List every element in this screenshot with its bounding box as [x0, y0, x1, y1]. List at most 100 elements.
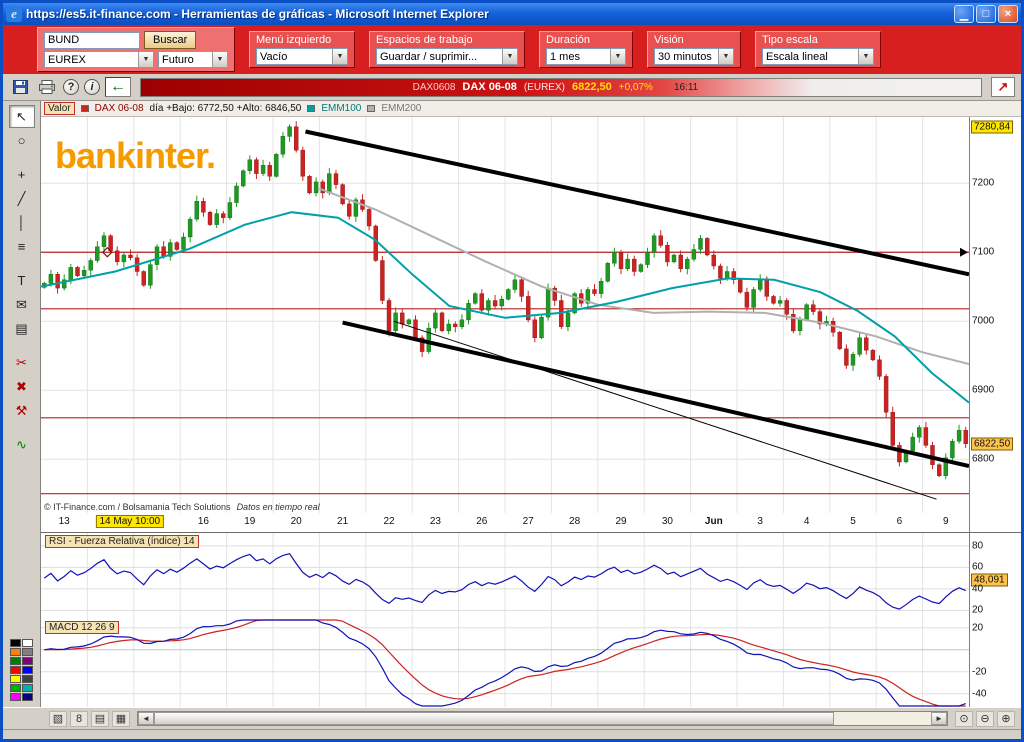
minimize-button[interactable]: ▁: [954, 5, 974, 23]
palette-color[interactable]: [10, 693, 21, 701]
workspaces-value: Guardar / suprimir...: [380, 51, 477, 63]
vision-label: Visión: [654, 34, 734, 46]
scroll-right-icon[interactable]: ►: [931, 712, 947, 725]
indicator-list-icon[interactable]: ▧: [49, 711, 67, 727]
palette-color[interactable]: [22, 675, 33, 683]
detach-chart-icon[interactable]: ↗: [991, 77, 1015, 97]
macd-canvas[interactable]: [41, 619, 969, 707]
palette-color[interactable]: [22, 666, 33, 674]
vertical-line-tool[interactable]: │: [9, 211, 35, 234]
point-line-tool[interactable]: +: [9, 163, 35, 186]
data-table-icon[interactable]: ▦: [112, 711, 130, 727]
time-axis[interactable]: 1314 May 10:001619202122232627282930Jun3…: [41, 513, 969, 532]
price-axis-label: 7100: [972, 247, 994, 258]
workspaces-select[interactable]: Guardar / suprimir... ▼: [376, 48, 518, 65]
rsi-axis[interactable]: 48,091 80604020: [969, 533, 1021, 619]
price-axis-label: 6800: [972, 454, 994, 465]
print-icon[interactable]: [36, 77, 58, 97]
chevron-down-icon[interactable]: ▼: [332, 49, 347, 64]
palette-color[interactable]: [22, 639, 33, 647]
text-tool[interactable]: T: [9, 269, 35, 292]
cursor-tool[interactable]: ↖: [9, 105, 35, 128]
scroll-left-icon[interactable]: ◄: [138, 712, 154, 725]
palette-color[interactable]: [10, 666, 21, 674]
vision-select[interactable]: 30 minutos ▼: [654, 48, 734, 65]
legend-day-info: día +Bajo: 6772,50 +Alto: 6846,50: [150, 103, 302, 114]
help-icon[interactable]: ?: [63, 79, 79, 95]
erase-tool[interactable]: ✂: [9, 351, 35, 374]
price-axis-label: 7000: [972, 316, 994, 327]
time-axis-label: 30: [662, 516, 673, 527]
maximize-button[interactable]: □: [976, 5, 996, 23]
macd-panel[interactable]: MACD 12 26 9: [41, 619, 969, 707]
time-axis-label: 22: [383, 516, 394, 527]
ticker-code: DAX0608: [413, 82, 456, 93]
bottom-toolbar: ▧8▤▦ ◄ ► ⊙⊖⊕: [3, 707, 1021, 729]
secondary-toolbar: ? i ← DAX0608 DAX 06-08 (EUREX) 6822,50 …: [3, 74, 1021, 101]
zoom-in-icon[interactable]: ⊕: [997, 711, 1015, 727]
fibonacci-tool[interactable]: ≡: [9, 235, 35, 258]
price-chart-plot[interactable]: bankinter. © IT-Finance.com / Bolsamania…: [41, 117, 969, 513]
trendline-tool[interactable]: ╱: [9, 187, 35, 210]
back-to-chart-icon[interactable]: ←: [105, 77, 131, 97]
scrollbar-thumb[interactable]: [154, 712, 834, 725]
chevron-down-icon[interactable]: ▼: [502, 49, 517, 64]
left-menu-label: Menú izquierdo: [256, 34, 348, 46]
macd-axis-label: -40: [972, 688, 986, 699]
search-input[interactable]: [44, 32, 140, 49]
chevron-down-icon[interactable]: ▼: [858, 49, 873, 64]
linked-quotes-icon[interactable]: 8: [70, 711, 88, 727]
notes-tool[interactable]: ▤: [9, 317, 35, 340]
main-toolbar: Buscar EUREX ▼ Futuro▼ Menú izquierdo Vac…: [3, 25, 1021, 74]
chevron-down-icon[interactable]: ▼: [212, 52, 227, 67]
search-button[interactable]: Buscar: [144, 31, 196, 49]
titlebar[interactable]: e https://es5.it-finance.com - Herramien…: [3, 3, 1021, 25]
palette-color[interactable]: [22, 684, 33, 692]
time-axis-label: 4: [804, 516, 810, 527]
rsi-axis-label: 60: [972, 562, 983, 573]
save-icon[interactable]: [9, 77, 31, 97]
delete-all-tool[interactable]: ✖: [9, 375, 35, 398]
close-button[interactable]: ×: [998, 5, 1018, 23]
browser-window: e https://es5.it-finance.com - Herramien…: [0, 0, 1024, 742]
color-palette: [10, 639, 33, 703]
legend-emm100: EMM100: [321, 103, 361, 114]
palette-color[interactable]: [10, 684, 21, 692]
settings-tool[interactable]: ⚒: [9, 399, 35, 422]
palette-color[interactable]: [10, 657, 21, 665]
palette-color[interactable]: [10, 675, 21, 683]
instrument-select[interactable]: Futuro▼: [158, 51, 228, 68]
scale-value: Escala lineal: [766, 51, 828, 63]
palette-color[interactable]: [10, 648, 21, 656]
rsi-panel[interactable]: RSI - Fuerza Relativa (índice) 14: [41, 533, 969, 619]
palette-color[interactable]: [22, 693, 33, 701]
comment-tool[interactable]: ✉: [9, 293, 35, 316]
scale-select[interactable]: Escala lineal ▼: [762, 48, 874, 65]
chart-scrollbar[interactable]: ◄ ►: [137, 711, 948, 726]
time-axis-label: 14 May 10:00: [95, 515, 164, 528]
left-menu-select[interactable]: Vacío▼: [256, 48, 348, 65]
emm200-swatch: [367, 105, 375, 112]
chevron-down-icon[interactable]: ▼: [718, 49, 733, 64]
chevron-down-icon[interactable]: ▼: [138, 52, 153, 67]
price-axis[interactable]: 7280,8472007100700069006822,506800: [969, 117, 1021, 513]
zoom-tool[interactable]: ○: [9, 129, 35, 152]
ticker-exchange: (EUREX): [524, 82, 565, 93]
palette-color[interactable]: [22, 648, 33, 656]
macd-axis[interactable]: 20-20-40: [969, 619, 1021, 707]
chevron-down-icon[interactable]: ▼: [610, 49, 625, 64]
vision-value: 30 minutos: [658, 51, 712, 63]
palette-color[interactable]: [10, 639, 21, 647]
indicator-tool[interactable]: ∿: [9, 433, 35, 456]
macd-label: MACD 12 26 9: [45, 621, 119, 634]
window-controls: ▁ □ ×: [954, 5, 1018, 23]
duration-select[interactable]: 1 mes▼: [546, 48, 626, 65]
zoom-reset-icon[interactable]: ⊙: [955, 711, 973, 727]
market-select-value: EUREX: [48, 54, 86, 66]
info-icon[interactable]: i: [84, 79, 100, 95]
zoom-out-icon[interactable]: ⊖: [976, 711, 994, 727]
chart-page-icon[interactable]: ▤: [91, 711, 109, 727]
search-panel: Buscar EUREX ▼ Futuro▼: [37, 27, 235, 72]
palette-color[interactable]: [22, 657, 33, 665]
market-select[interactable]: EUREX ▼: [44, 51, 154, 68]
